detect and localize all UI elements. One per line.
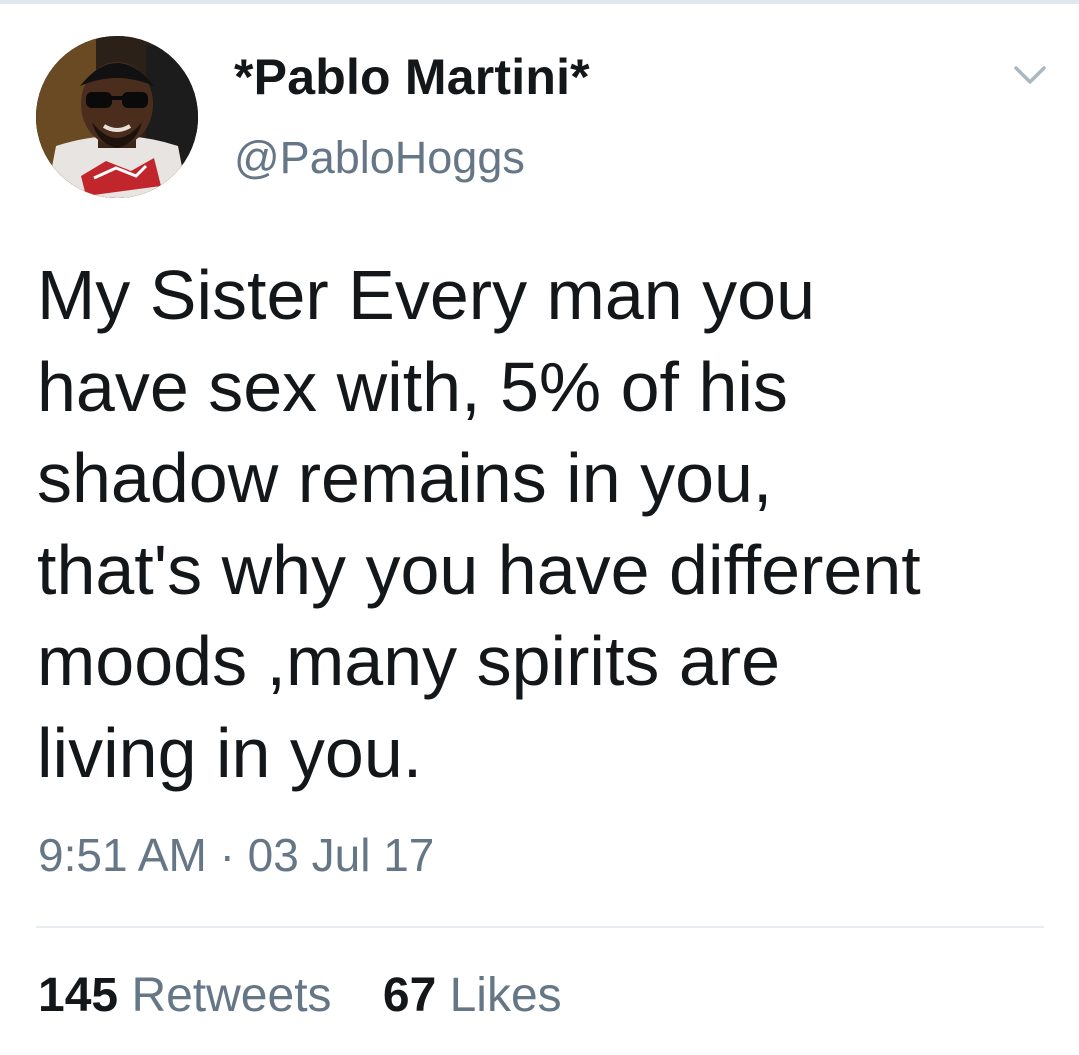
tweet-text: My Sister Every man you have sex with, 5… bbox=[37, 256, 921, 792]
avatar-image bbox=[36, 36, 198, 198]
chevron-down-icon[interactable] bbox=[1012, 60, 1048, 90]
likes-stat[interactable]: 67 Likes bbox=[383, 968, 562, 1023]
timestamp-separator: · bbox=[219, 829, 235, 881]
tweet-card: *Pablo Martini* @PabloHoggs My Sister Ev… bbox=[0, 0, 1079, 1055]
likes-count: 67 bbox=[382, 969, 437, 1022]
stats-divider bbox=[36, 926, 1044, 928]
tweet-stats: 145 Retweets 67 Likes bbox=[38, 968, 600, 1023]
avatar[interactable] bbox=[36, 36, 198, 198]
tweet-date: 03 Jul 17 bbox=[247, 829, 435, 881]
retweets-stat[interactable]: 145 Retweets bbox=[38, 968, 332, 1023]
tweet-timestamp[interactable]: 9:51 AM · 03 Jul 17 bbox=[38, 828, 434, 882]
display-name[interactable]: *Pablo Martini* bbox=[234, 48, 590, 106]
user-handle[interactable]: @PabloHoggs bbox=[234, 132, 525, 184]
retweets-label: Retweets bbox=[131, 969, 332, 1022]
likes-label: Likes bbox=[449, 969, 562, 1022]
tweet-time: 9:51 AM bbox=[38, 829, 207, 881]
retweets-count: 145 bbox=[38, 969, 119, 1022]
